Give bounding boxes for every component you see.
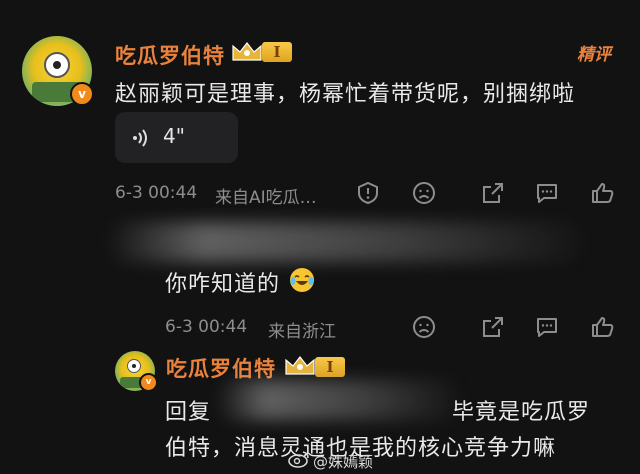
voice-message[interactable]: 4" — [115, 112, 238, 163]
dislike-icon[interactable] — [412, 315, 436, 339]
crown-icon — [285, 356, 315, 375]
voice-wave-icon — [133, 129, 147, 147]
report-icon[interactable] — [356, 181, 380, 205]
comment-icon[interactable] — [535, 181, 559, 205]
username[interactable]: 吃瓜罗伯特 — [166, 353, 276, 383]
comment-icon[interactable] — [535, 315, 559, 339]
blurred-reply-target — [218, 380, 458, 420]
laughing-crying-emoji — [290, 268, 314, 292]
crown-icon — [232, 42, 262, 61]
like-icon[interactable] — [591, 181, 615, 205]
level-badge: I — [262, 42, 292, 62]
reply-text-line1: 毕竟是吃瓜罗 — [452, 400, 591, 425]
level-badge: I — [315, 357, 345, 377]
weibo-logo-icon — [288, 451, 309, 468]
dislike-icon[interactable] — [412, 181, 436, 205]
comment-text: 赵丽颖可是理事，杨幂忙着带货呢，别捆绑啦 — [115, 82, 576, 107]
comment-text: 你咋知道的 — [165, 272, 281, 297]
comment-source: 来自AI吃瓜… — [215, 188, 317, 208]
watermark: @姝嫣颖 — [313, 453, 374, 471]
like-icon[interactable] — [591, 315, 615, 339]
comment-date: 6-3 00:44 — [115, 183, 198, 203]
username[interactable]: 吃瓜罗伯特 — [115, 40, 225, 70]
reply-prefix: 回复 — [165, 400, 212, 425]
share-icon[interactable] — [481, 315, 505, 339]
comment-source: 来自浙江 — [268, 322, 336, 342]
blurred-username — [110, 222, 580, 262]
v-verified-icon: v — [70, 82, 94, 106]
share-icon[interactable] — [481, 181, 505, 205]
v-verified-icon: v — [139, 373, 158, 392]
comment-date: 6-3 00:44 — [165, 317, 248, 337]
voice-duration: 4" — [163, 124, 185, 148]
featured-badge: 精评 — [577, 45, 611, 65]
